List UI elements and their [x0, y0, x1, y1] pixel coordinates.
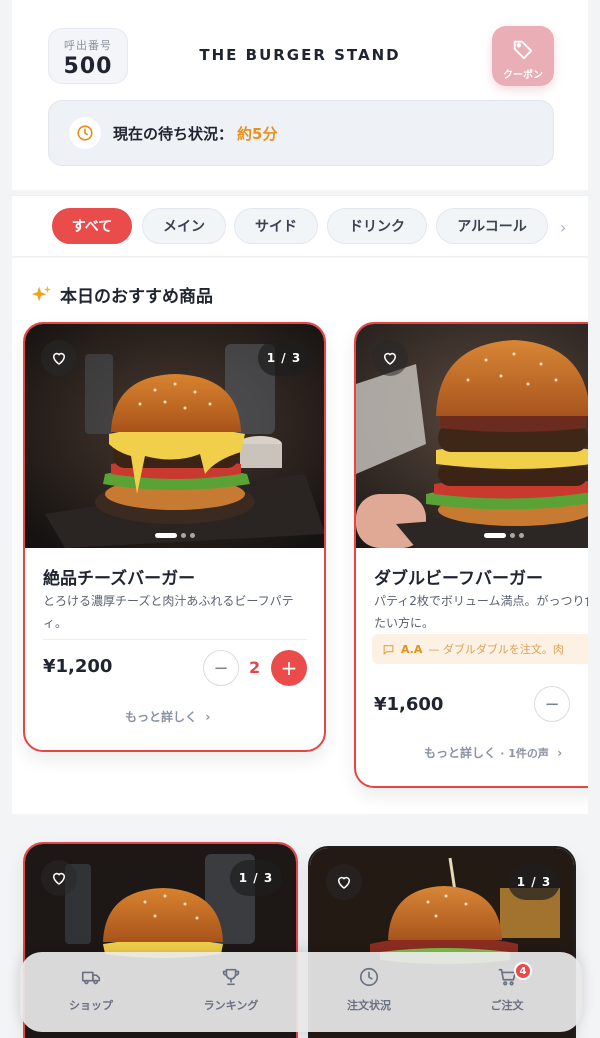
- favorite-button[interactable]: [372, 340, 408, 376]
- chevron-right-icon[interactable]: ›: [560, 218, 566, 237]
- more-details-link[interactable]: もっと詳しく ›: [125, 708, 210, 725]
- image-pager: 1 / 3: [258, 340, 310, 376]
- carousel-dots[interactable]: [154, 533, 195, 538]
- review-count: · 1件の声: [500, 747, 549, 760]
- recommend-title-text: 本日のおすすめ商品: [60, 287, 213, 307]
- nav-item-cart[interactable]: 4 ご注文: [452, 962, 562, 1013]
- more-details-label: もっと詳しく: [125, 710, 198, 724]
- category-chip-main[interactable]: メイン: [142, 208, 226, 244]
- category-chip-alcohol[interactable]: アルコール: [436, 208, 548, 244]
- category-chip-side[interactable]: サイド: [234, 208, 318, 244]
- image-pager: 1 / 3: [230, 860, 282, 896]
- more-details-link[interactable]: もっと詳しく · 1件の声 ›: [424, 744, 562, 761]
- truck-icon: [81, 971, 101, 985]
- call-number-label: 呼出番号: [64, 39, 112, 52]
- coupon-button[interactable]: クーポン: [492, 26, 554, 86]
- review-snippet[interactable]: A.A — ダブルダブルを注文。肉: [372, 634, 588, 664]
- recommend-title: 本日のおすすめ商品: [30, 282, 213, 307]
- comment-icon: [383, 644, 394, 655]
- divider: [43, 639, 307, 640]
- product-photo: [356, 324, 588, 548]
- favorite-button[interactable]: [41, 340, 77, 376]
- more-details-label: もっと詳しく: [424, 746, 497, 760]
- bottom-nav: ショップ ランキング 注文状況 4 ご注文: [20, 952, 582, 1032]
- quantity-value: 2: [249, 658, 261, 677]
- wait-status-bar: 現在の待ち状況： 約5分: [48, 100, 554, 166]
- clock-icon: [359, 967, 379, 987]
- product-card[interactable]: ダブルビーフバーガー パティ2枚でボリューム満点。がっつり食べたい方に。 A.A…: [354, 322, 588, 788]
- wait-value: 約5分: [237, 124, 278, 143]
- app-root: 呼出番号 500 THE BURGER STAND クーポン 現在の待ち状況： …: [12, 0, 588, 1038]
- chevron-right-icon: ›: [553, 746, 563, 760]
- product-price: ¥1,200: [43, 656, 113, 677]
- category-chip-all[interactable]: すべて: [52, 208, 132, 244]
- heart-icon: [52, 352, 66, 365]
- call-number: 500: [63, 54, 113, 79]
- clock-icon: [69, 117, 101, 149]
- category-bar: すべて メイン サイド ドリンク アルコール ›: [12, 195, 588, 257]
- product-name: ダブルビーフバーガー: [374, 569, 543, 589]
- product-photo: 1 / 3: [25, 324, 324, 548]
- product-description: パティ2枚でボリューム満点。がっつり食べたい方に。: [374, 594, 588, 630]
- nav-label: ランキング: [203, 999, 259, 1012]
- nav-label: ショップ: [69, 999, 113, 1012]
- decrement-button[interactable]: −: [534, 686, 570, 722]
- header: 呼出番号 500 THE BURGER STAND クーポン 現在の待ち状況： …: [12, 0, 588, 190]
- tag-icon: [513, 40, 533, 60]
- favorite-button[interactable]: [41, 860, 77, 896]
- carousel-dots[interactable]: [484, 533, 524, 538]
- image-pager: 1 / 3: [508, 864, 560, 900]
- nav-label: ご注文: [490, 999, 524, 1012]
- wait-label: 現在の待ち状況：: [113, 124, 234, 143]
- increment-button[interactable]: +: [271, 650, 307, 686]
- review-text: — ダブルダブルを注文。肉: [428, 643, 564, 656]
- trophy-icon: [222, 968, 240, 986]
- heart-icon: [383, 352, 397, 365]
- chevron-right-icon: ›: [201, 710, 211, 724]
- sparkle-icon: [31, 285, 52, 301]
- product-description: とろける濃厚チーズと肉汁あふれるビーフパティ。: [43, 594, 294, 630]
- heart-icon: [52, 872, 66, 885]
- category-chip-drink[interactable]: ドリンク: [327, 208, 427, 244]
- product-name: 絶品チーズバーガー: [43, 569, 196, 589]
- coupon-label: クーポン: [503, 70, 543, 81]
- recommend-section: 本日のおすすめ商品 1 / 3 絶品チーズバーガー とろける濃厚チーズと肉汁あふ…: [12, 258, 588, 814]
- product-card[interactable]: 1 / 3 絶品チーズバーガー とろける濃厚チーズと肉汁あふれるビーフパティ。 …: [23, 322, 326, 752]
- heart-icon: [337, 876, 351, 889]
- decrement-button[interactable]: −: [203, 650, 239, 686]
- nav-item-ranking[interactable]: ランキング: [176, 966, 286, 1013]
- nav-item-shop[interactable]: ショップ: [36, 966, 146, 1013]
- nav-label: 注文状況: [347, 999, 391, 1012]
- product-price: ¥1,600: [374, 694, 444, 715]
- nav-item-order-status[interactable]: 注文状況: [314, 966, 424, 1013]
- review-user: A.A: [401, 642, 423, 656]
- cart-badge: 4: [514, 962, 532, 980]
- call-number-card: 呼出番号 500: [48, 28, 128, 84]
- favorite-button[interactable]: [326, 864, 362, 900]
